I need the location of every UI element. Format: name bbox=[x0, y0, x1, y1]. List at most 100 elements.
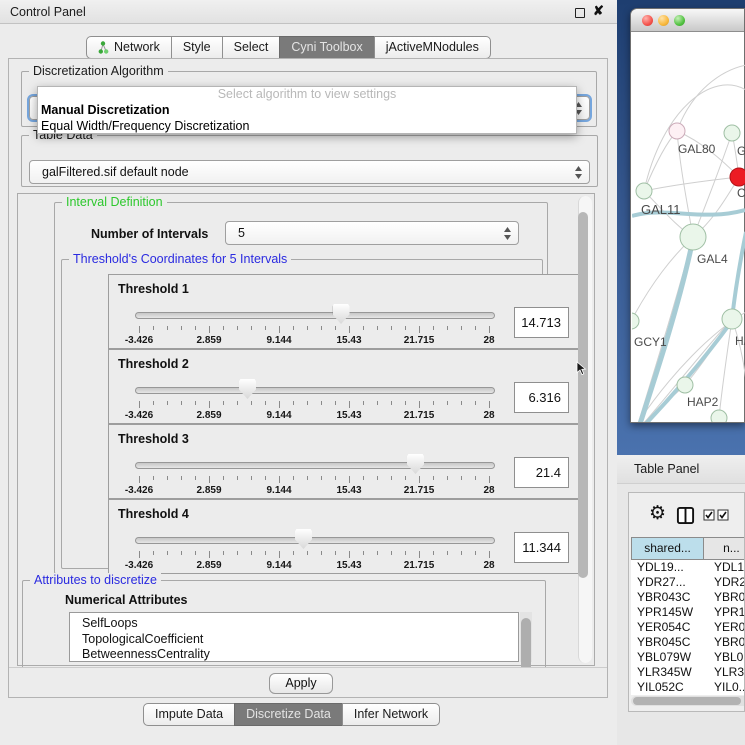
numerical-attributes-list[interactable]: SelfLoopsTopologicalCoefficientBetweenne… bbox=[69, 612, 519, 662]
table-row[interactable]: YDL19...YDL1... bbox=[631, 560, 745, 575]
minor-tick bbox=[391, 551, 392, 555]
tab-discretize-data[interactable]: Discretize Data bbox=[234, 703, 343, 726]
tab-style[interactable]: Style bbox=[171, 36, 223, 59]
network-window-titlebar[interactable] bbox=[631, 9, 744, 32]
slider-thumb[interactable] bbox=[239, 379, 256, 399]
table-row[interactable]: YBR043CYBR0... bbox=[631, 590, 745, 605]
cell-name[interactable]: YDL1... bbox=[710, 560, 745, 575]
slider-track[interactable] bbox=[135, 537, 495, 544]
cell-name[interactable]: YPR1... bbox=[710, 605, 745, 620]
minor-tick bbox=[405, 326, 406, 330]
combo-stepper-icon[interactable] bbox=[503, 226, 512, 241]
table-panel-title: Table Panel bbox=[634, 462, 699, 476]
cell-shared-name[interactable]: YIL052C bbox=[631, 680, 710, 695]
tab-infer-network[interactable]: Infer Network bbox=[342, 703, 440, 726]
cell-shared-name[interactable]: YDR27... bbox=[631, 575, 710, 590]
minor-tick bbox=[153, 401, 154, 405]
minor-tick bbox=[181, 476, 182, 480]
attribute-item-betweennesscentrality[interactable]: BetweennessCentrality bbox=[82, 647, 518, 662]
threshold-value-field[interactable] bbox=[514, 307, 569, 338]
table-row[interactable]: YLR345WYLR3... bbox=[631, 665, 745, 680]
slider-thumb[interactable] bbox=[407, 454, 424, 474]
network-canvas[interactable]: GAL80GACGAL11GAL4GCY1HAHAP2 bbox=[632, 32, 745, 422]
cell-shared-name[interactable]: YBR045C bbox=[631, 635, 710, 650]
network-node-green[interactable] bbox=[711, 410, 727, 422]
table-row[interactable]: YBL079WYBL0... bbox=[631, 650, 745, 665]
network-node-green[interactable] bbox=[724, 125, 740, 141]
network-node-red[interactable] bbox=[730, 168, 745, 186]
network-node-green[interactable] bbox=[680, 224, 706, 250]
cell-shared-name[interactable]: YPR145W bbox=[631, 605, 710, 620]
attribute-item-selfloops[interactable]: SelfLoops bbox=[82, 616, 518, 632]
window-zoom-icon[interactable] bbox=[674, 15, 685, 26]
threshold-list: Threshold 1 -3.4262.8599.14415.4321.7152… bbox=[62, 260, 542, 568]
table-row[interactable]: YER054CYER0... bbox=[631, 620, 745, 635]
slider-thumb[interactable] bbox=[295, 529, 312, 549]
number-of-intervals-combobox[interactable]: 5 bbox=[225, 221, 519, 245]
table-row[interactable]: YDR27...YDR2... bbox=[631, 575, 745, 590]
float-window-icon[interactable] bbox=[575, 8, 585, 18]
network-node-green[interactable] bbox=[636, 183, 652, 199]
tab-select[interactable]: Select bbox=[222, 36, 281, 59]
checkbox-checked-icon[interactable] bbox=[703, 509, 715, 521]
tab-network[interactable]: Network bbox=[86, 36, 172, 59]
window-close-icon[interactable] bbox=[642, 15, 653, 26]
algorithm-option-equal-width-frequency-discretization[interactable]: Equal Width/Frequency Discretization bbox=[38, 118, 576, 134]
threshold-slider[interactable]: -3.4262.8599.14415.4321.71528 bbox=[109, 500, 581, 573]
minor-tick bbox=[461, 551, 462, 555]
minor-tick bbox=[237, 401, 238, 405]
algorithm-option-manual-discretization[interactable]: Manual Discretization bbox=[38, 102, 576, 118]
cell-name[interactable]: YER0... bbox=[710, 620, 745, 635]
cell-shared-name[interactable]: YDL19... bbox=[631, 560, 710, 575]
split-column-icon[interactable] bbox=[676, 506, 695, 525]
tab-jactivemnodules[interactable]: jActiveMNodules bbox=[374, 36, 491, 59]
cell-shared-name[interactable]: YER054C bbox=[631, 620, 710, 635]
checkbox-checked-icon[interactable] bbox=[717, 509, 729, 521]
settings-scrollbar-thumb[interactable] bbox=[578, 212, 588, 578]
table-horizontal-scrollbar[interactable] bbox=[631, 696, 745, 706]
cell-name[interactable]: YIL0... bbox=[710, 680, 745, 695]
network-node-green[interactable] bbox=[722, 309, 742, 329]
algorithm-popup-placeholder[interactable]: Select algorithm to view settings bbox=[38, 87, 576, 102]
table-row[interactable]: YBR045CYBR0... bbox=[631, 635, 745, 650]
cell-name[interactable]: YLR3... bbox=[710, 665, 745, 680]
gear-icon[interactable]: ⚙ bbox=[649, 504, 666, 523]
threshold-value-field[interactable] bbox=[514, 532, 569, 563]
threshold-slider[interactable]: -3.4262.8599.14415.4321.71528 bbox=[109, 350, 581, 423]
major-tick bbox=[209, 476, 210, 483]
cell-name[interactable]: YDR2... bbox=[710, 575, 745, 590]
settings-vertical-scrollbar[interactable] bbox=[578, 196, 592, 663]
column-header-name[interactable]: n... bbox=[704, 537, 745, 560]
slider-track[interactable] bbox=[135, 312, 495, 319]
slider-track[interactable] bbox=[135, 387, 495, 394]
cell-shared-name[interactable]: YBL079W bbox=[631, 650, 710, 665]
apply-button[interactable]: Apply bbox=[269, 673, 333, 694]
cell-name[interactable]: YBL0... bbox=[710, 650, 745, 665]
attributes-list-scrollbar[interactable] bbox=[520, 612, 532, 662]
cell-name[interactable]: YBR0... bbox=[710, 590, 745, 605]
threshold-slider[interactable]: -3.4262.8599.14415.4321.71528 bbox=[109, 425, 581, 498]
attribute-item-topologicalcoefficient[interactable]: TopologicalCoefficient bbox=[82, 632, 518, 648]
slider-thumb[interactable] bbox=[333, 304, 350, 324]
minor-tick bbox=[447, 476, 448, 480]
threshold-value-field[interactable] bbox=[514, 457, 569, 488]
tab-cyni-toolbox[interactable]: Cyni Toolbox bbox=[279, 36, 374, 59]
combo-stepper-icon[interactable] bbox=[574, 165, 583, 180]
table-scrollbar-thumb[interactable] bbox=[633, 697, 741, 705]
cell-shared-name[interactable]: YLR345W bbox=[631, 665, 710, 680]
threshold-value-field[interactable] bbox=[514, 382, 569, 413]
tab-impute-data[interactable]: Impute Data bbox=[143, 703, 235, 726]
table-row[interactable]: YPR145WYPR1... bbox=[631, 605, 745, 620]
close-panel-icon[interactable]: ✘ bbox=[593, 3, 604, 19]
table-row[interactable]: YIL052CYIL0... bbox=[631, 680, 745, 695]
network-node-pink[interactable] bbox=[669, 123, 685, 139]
table-data-combobox[interactable]: galFiltered.sif default node bbox=[29, 160, 590, 184]
slider-track[interactable] bbox=[135, 462, 495, 469]
cell-name[interactable]: YBR0... bbox=[710, 635, 745, 650]
column-header-shared-name[interactable]: shared... bbox=[631, 537, 704, 560]
window-minimize-icon[interactable] bbox=[658, 15, 669, 26]
network-node-green[interactable] bbox=[677, 377, 693, 393]
threshold-slider[interactable]: -3.4262.8599.14415.4321.71528 bbox=[109, 275, 581, 348]
cell-shared-name[interactable]: YBR043C bbox=[631, 590, 710, 605]
network-node-green[interactable] bbox=[632, 313, 639, 329]
